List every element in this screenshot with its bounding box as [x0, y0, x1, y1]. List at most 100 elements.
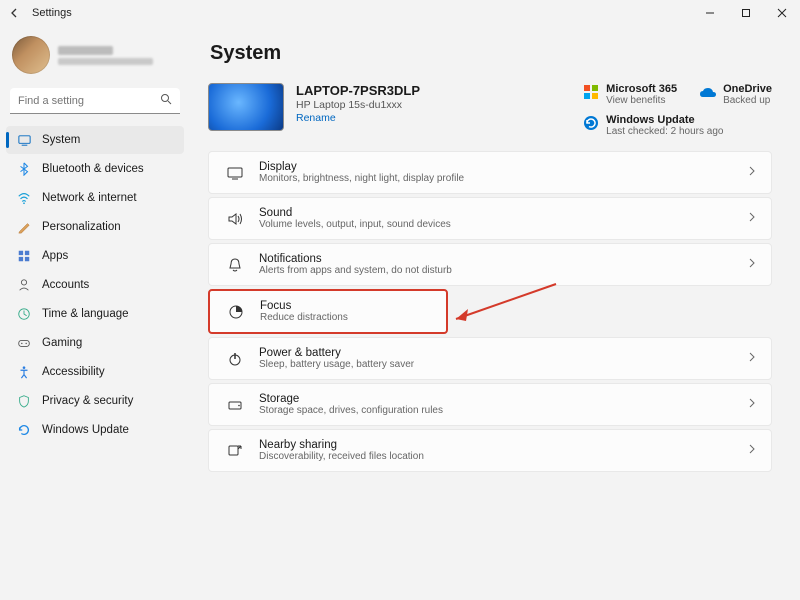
nearby-sharing-icon — [225, 441, 245, 461]
accessibility-icon — [16, 364, 32, 380]
sidebar-item-windows-update[interactable]: Windows Update — [6, 416, 184, 444]
setting-storage[interactable]: StorageStorage space, drives, configurat… — [208, 383, 772, 426]
chevron-right-icon — [747, 166, 757, 179]
minimize-button[interactable] — [692, 0, 728, 26]
device-row: LAPTOP-7PSR3DLP HP Laptop 15s-du1xxx Ren… — [208, 83, 772, 137]
close-button[interactable] — [764, 0, 800, 26]
bluetooth-icon — [16, 161, 32, 177]
setting-title: Nearby sharing — [259, 439, 424, 451]
personalization-icon — [16, 219, 32, 235]
time-language-icon — [16, 306, 32, 322]
sidebar-item-apps[interactable]: Apps — [6, 242, 184, 270]
device-thumbnail[interactable] — [208, 83, 284, 131]
sidebar-item-label: Accounts — [42, 279, 89, 291]
chevron-right-icon — [747, 398, 757, 411]
setting-sub: Alerts from apps and system, do not dist… — [259, 265, 452, 276]
notifications-icon — [225, 255, 245, 275]
windows-update-status-icon — [582, 114, 600, 132]
network-icon — [16, 190, 32, 206]
setting-title: Power & battery — [259, 347, 414, 359]
setting-title: Storage — [259, 393, 443, 405]
setting-power[interactable]: Power & batterySleep, battery usage, bat… — [208, 337, 772, 380]
chevron-right-icon — [747, 444, 757, 457]
chevron-right-icon — [747, 352, 757, 365]
setting-sub: Storage space, drives, configuration rul… — [259, 405, 443, 416]
sidebar-item-label: Privacy & security — [42, 395, 133, 407]
sidebar-item-accessibility[interactable]: Accessibility — [6, 358, 184, 386]
user-profile[interactable] — [6, 32, 184, 84]
search-box[interactable] — [10, 88, 180, 114]
display-icon — [225, 163, 245, 183]
device-model: HP Laptop 15s-du1xxx — [296, 99, 420, 111]
search-icon — [160, 93, 172, 108]
status-title: OneDrive — [723, 83, 772, 95]
sidebar-item-personalization[interactable]: Personalization — [6, 213, 184, 241]
sidebar-item-label: Apps — [42, 250, 68, 262]
focus-icon — [226, 302, 246, 322]
avatar — [12, 36, 50, 74]
status-title: Windows Update — [606, 114, 723, 126]
sidebar-item-label: Network & internet — [42, 192, 137, 204]
setting-nearby-sharing[interactable]: Nearby sharingDiscoverability, received … — [208, 429, 772, 472]
setting-title: Sound — [259, 207, 451, 219]
rename-link[interactable]: Rename — [296, 112, 420, 124]
titlebar: Settings — [0, 0, 800, 26]
setting-sub: Sleep, battery usage, battery saver — [259, 359, 414, 370]
maximize-button[interactable] — [728, 0, 764, 26]
page-title: System — [210, 42, 772, 65]
search-input[interactable] — [18, 95, 160, 107]
sidebar-item-label: Personalization — [42, 221, 121, 233]
setting-focus[interactable]: FocusReduce distractions — [208, 289, 448, 334]
nav-list: System Bluetooth & devices Network & int… — [6, 126, 184, 444]
sidebar: System Bluetooth & devices Network & int… — [0, 26, 190, 600]
user-email-blurred — [58, 58, 153, 65]
settings-list: DisplayMonitors, brightness, night light… — [208, 151, 772, 472]
window-title: Settings — [32, 7, 72, 19]
chevron-right-icon — [747, 212, 757, 225]
sidebar-item-system[interactable]: System — [6, 126, 184, 154]
status-sub: Backed up — [723, 95, 772, 106]
sidebar-item-network[interactable]: Network & internet — [6, 184, 184, 212]
storage-icon — [225, 395, 245, 415]
sidebar-item-gaming[interactable]: Gaming — [6, 329, 184, 357]
status-windows-update[interactable]: Windows UpdateLast checked: 2 hours ago — [582, 114, 772, 137]
sidebar-item-label: Time & language — [42, 308, 129, 320]
setting-title: Notifications — [259, 253, 452, 265]
apps-icon — [16, 248, 32, 264]
status-microsoft-365[interactable]: Microsoft 365View benefits — [582, 83, 677, 106]
gaming-icon — [16, 335, 32, 351]
status-title: Microsoft 365 — [606, 83, 677, 95]
status-sub: Last checked: 2 hours ago — [606, 126, 723, 137]
sidebar-item-label: Windows Update — [42, 424, 129, 436]
main-content: System LAPTOP-7PSR3DLP HP Laptop 15s-du1… — [190, 26, 800, 600]
sidebar-item-time-language[interactable]: Time & language — [6, 300, 184, 328]
user-name-blurred — [58, 46, 113, 55]
sidebar-item-label: Accessibility — [42, 366, 105, 378]
sidebar-item-label: System — [42, 134, 80, 146]
sidebar-item-privacy[interactable]: Privacy & security — [6, 387, 184, 415]
sidebar-item-label: Gaming — [42, 337, 82, 349]
chevron-right-icon — [747, 258, 757, 271]
sidebar-item-accounts[interactable]: Accounts — [6, 271, 184, 299]
setting-sound[interactable]: SoundVolume levels, output, input, sound… — [208, 197, 772, 240]
microsoft-365-icon — [582, 83, 600, 101]
annotation-arrow — [446, 279, 566, 329]
system-icon — [16, 132, 32, 148]
windows-update-icon — [16, 422, 32, 438]
status-sub: View benefits — [606, 95, 677, 106]
sidebar-item-bluetooth[interactable]: Bluetooth & devices — [6, 155, 184, 183]
back-button[interactable] — [6, 4, 24, 22]
setting-sub: Volume levels, output, input, sound devi… — [259, 219, 451, 230]
setting-notifications[interactable]: NotificationsAlerts from apps and system… — [208, 243, 772, 286]
sound-icon — [225, 209, 245, 229]
device-name: LAPTOP-7PSR3DLP — [296, 83, 420, 98]
setting-title: Display — [259, 161, 464, 173]
onedrive-icon — [699, 83, 717, 101]
setting-sub: Monitors, brightness, night light, displ… — [259, 173, 464, 184]
setting-sub: Discoverability, received files location — [259, 451, 424, 462]
setting-title: Focus — [260, 300, 348, 312]
setting-sub: Reduce distractions — [260, 312, 348, 323]
accounts-icon — [16, 277, 32, 293]
status-onedrive[interactable]: OneDriveBacked up — [699, 83, 772, 106]
setting-display[interactable]: DisplayMonitors, brightness, night light… — [208, 151, 772, 194]
